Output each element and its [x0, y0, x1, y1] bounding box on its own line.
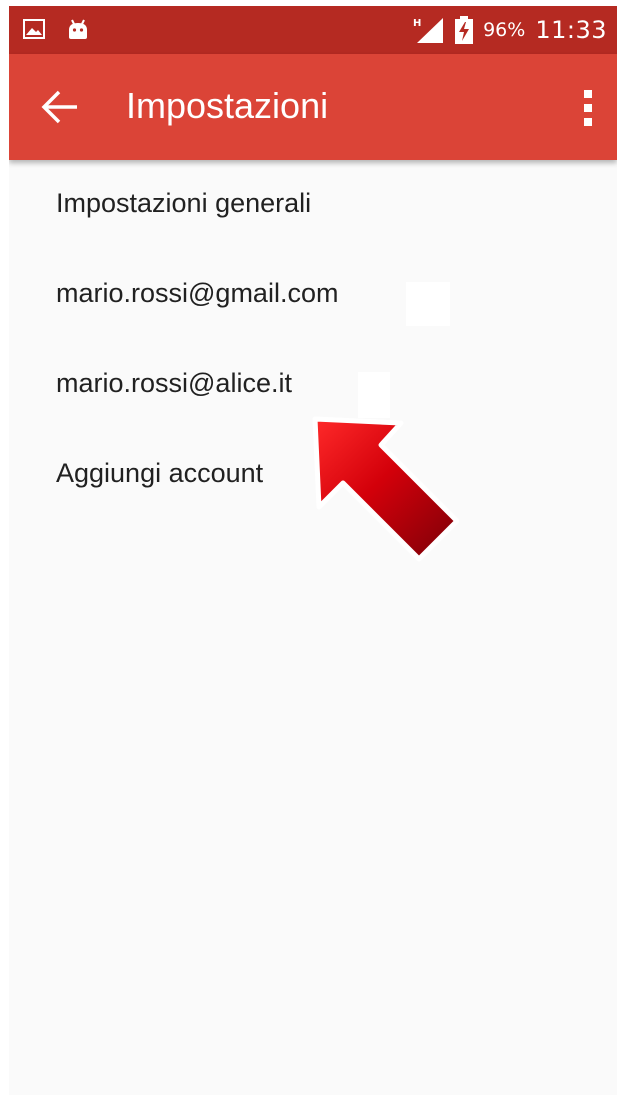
gallery-icon	[23, 19, 45, 39]
phone-screen: H 96% 11:33 Impostazioni Impostazioni ge…	[9, 6, 617, 1095]
pointer-arrow-annotation	[312, 416, 459, 562]
back-button[interactable]	[39, 87, 81, 127]
settings-item-label: Impostazioni generali	[56, 188, 312, 218]
arrow-back-icon	[41, 90, 77, 124]
signal-icon: H	[413, 18, 444, 43]
clock: 11:33	[535, 16, 607, 44]
settings-item-label: mario.rossi@alice.it	[56, 368, 292, 398]
settings-item-label: Aggiungi account	[56, 458, 264, 488]
settings-item-general[interactable]: Impostazioni generali	[9, 160, 617, 250]
system-status: H 96% 11:33	[411, 15, 607, 45]
notification-icons	[23, 18, 89, 40]
app-bar: Impostazioni	[9, 54, 617, 160]
redaction-box	[406, 282, 450, 326]
android-icon	[69, 19, 87, 39]
settings-item-label: mario.rossi@gmail.com	[56, 278, 339, 308]
more-vert-icon	[584, 90, 592, 126]
battery-charging-icon	[455, 16, 474, 44]
battery-percent: 96%	[483, 19, 526, 41]
network-type-label: H	[413, 18, 421, 29]
settings-item-account-gmail[interactable]: mario.rossi@gmail.com	[9, 250, 617, 340]
overflow-menu-button[interactable]	[575, 86, 601, 130]
status-bar: H 96% 11:33	[9, 6, 617, 54]
page-title: Impostazioni	[126, 85, 329, 126]
